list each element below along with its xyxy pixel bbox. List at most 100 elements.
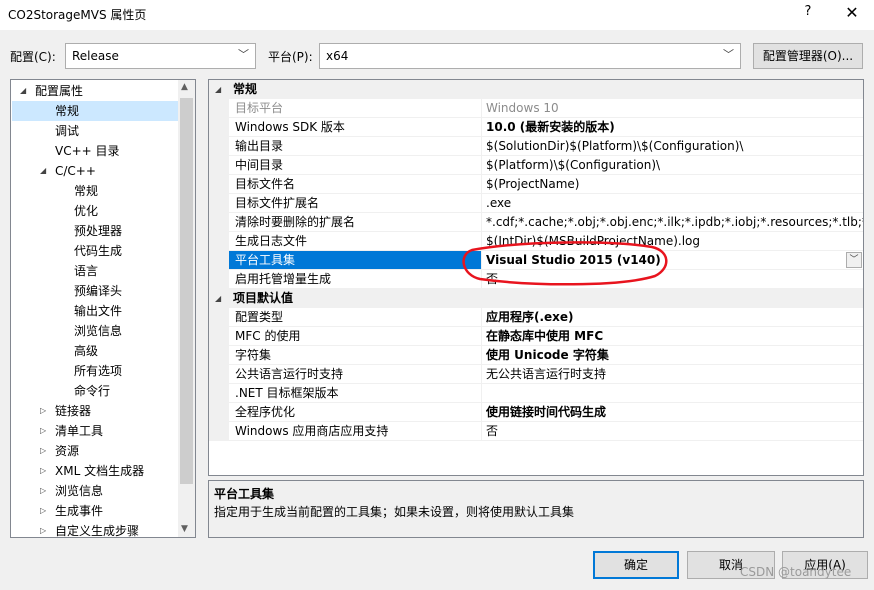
scroll-up-icon[interactable]: ▲ bbox=[181, 82, 188, 92]
property-value[interactable]: $(Platform)\$(Configuration)\ bbox=[482, 156, 863, 175]
tree-item[interactable]: 生成事件 bbox=[55, 501, 103, 521]
ok-button[interactable]: 确定 bbox=[593, 551, 679, 579]
tree-item[interactable]: 语言 bbox=[74, 261, 98, 281]
tree-item[interactable]: 浏览信息 bbox=[74, 321, 122, 341]
tree-item[interactable]: 优化 bbox=[74, 201, 98, 221]
property-value[interactable] bbox=[482, 384, 863, 403]
tree-scrollbar[interactable]: ▲ ▼ bbox=[178, 80, 195, 537]
property-value[interactable]: 否 bbox=[482, 422, 863, 441]
property-row[interactable]: 目标文件扩展名 .exe bbox=[209, 194, 863, 213]
expand-icon[interactable]: ▷ bbox=[40, 526, 46, 535]
property-value[interactable]: $(SolutionDir)$(Platform)\$(Configuratio… bbox=[482, 137, 863, 156]
tree-item[interactable]: XML 文档生成器 bbox=[55, 461, 144, 481]
property-row[interactable]: .NET 目标框架版本 bbox=[209, 384, 863, 403]
property-row[interactable]: 配置类型 应用程序(.exe) bbox=[209, 308, 863, 327]
property-value[interactable]: Visual Studio 2015 (v140) bbox=[482, 251, 863, 270]
tree-item[interactable]: 命令行 bbox=[74, 381, 110, 401]
row-gutter bbox=[209, 403, 229, 422]
tree-item-label: 链接器 bbox=[55, 404, 92, 418]
dropdown-arrow-icon[interactable]: ﹀ bbox=[846, 252, 862, 268]
config-manager-button[interactable]: 配置管理器(O)... bbox=[753, 43, 863, 69]
expand-icon[interactable]: ▷ bbox=[40, 486, 46, 495]
platform-select[interactable]: x64 ﹀ bbox=[319, 43, 741, 69]
property-value[interactable]: 10.0 (最新安装的版本) bbox=[482, 118, 863, 137]
tree-item[interactable]: 常规 bbox=[74, 181, 98, 201]
property-row[interactable]: Windows SDK 版本 10.0 (最新安装的版本) bbox=[209, 118, 863, 137]
tree-item-label: 常规 bbox=[55, 104, 80, 118]
tree-item[interactable]: 高级 bbox=[74, 341, 98, 361]
scroll-down-icon[interactable]: ▼ bbox=[181, 524, 188, 534]
tree-item[interactable]: 浏览信息 bbox=[55, 481, 103, 501]
expand-icon[interactable]: ▷ bbox=[40, 466, 46, 475]
tree-item[interactable]: 预编译头 bbox=[74, 281, 122, 301]
scroll-thumb[interactable] bbox=[180, 98, 193, 484]
collapse-icon[interactable]: ◢ bbox=[40, 166, 46, 175]
property-tree: 配置属性 ◢ 常规 调试 VC++ 目录 C/C++ ◢ 常规 优化 预处理器 代码生成 语言 预编译头… bbox=[10, 79, 196, 538]
tree-item[interactable]: 清单工具 bbox=[55, 421, 103, 441]
property-row[interactable]: 全程序优化 使用链接时间代码生成 bbox=[209, 403, 863, 422]
tree-item[interactable]: 自定义生成步骤 bbox=[55, 521, 139, 537]
property-value[interactable]: $(ProjectName) bbox=[482, 175, 863, 194]
collapse-icon[interactable]: ◢ bbox=[215, 80, 221, 99]
tree-item[interactable]: 所有选项 bbox=[74, 361, 122, 381]
row-gutter bbox=[209, 137, 229, 156]
config-label: 配置(C): bbox=[10, 50, 56, 64]
category-general[interactable]: ◢ 常规 bbox=[209, 80, 863, 99]
property-row[interactable]: 公共语言运行时支持 无公共语言运行时支持 bbox=[209, 365, 863, 384]
property-value[interactable]: 使用 Unicode 字符集 bbox=[482, 346, 863, 365]
description-text: 指定用于生成当前配置的工具集；如果未设置，则将使用默认工具集 bbox=[214, 505, 575, 519]
close-icon[interactable]: ✕ bbox=[840, 3, 864, 25]
property-value[interactable]: 使用链接时间代码生成 bbox=[482, 403, 863, 422]
row-gutter bbox=[209, 194, 229, 213]
category-defaults[interactable]: ◢ 项目默认值 bbox=[209, 289, 863, 308]
chevron-down-icon: ﹀ bbox=[238, 48, 249, 61]
expand-icon[interactable]: ▷ bbox=[40, 426, 46, 435]
tree-item[interactable]: 常规 bbox=[12, 101, 178, 121]
tree-item[interactable]: 配置属性 bbox=[35, 81, 83, 101]
tree-item-label: 代码生成 bbox=[74, 244, 123, 258]
property-row[interactable]: 清除时要删除的扩展名 *.cdf;*.cache;*.obj;*.obj.enc;… bbox=[209, 213, 863, 232]
property-name: 生成日志文件 bbox=[229, 232, 482, 251]
collapse-icon[interactable]: ◢ bbox=[215, 289, 221, 308]
property-value[interactable]: Windows 10 bbox=[482, 99, 863, 118]
property-value[interactable]: *.cdf;*.cache;*.obj;*.obj.enc;*.ilk;*.ip… bbox=[482, 213, 863, 232]
help-icon[interactable]: ? bbox=[798, 4, 818, 24]
expand-icon[interactable]: ▷ bbox=[40, 406, 46, 415]
property-value[interactable]: .exe bbox=[482, 194, 863, 213]
property-row[interactable]: Windows 应用商店应用支持否 bbox=[209, 422, 863, 441]
expand-icon[interactable]: ▷ bbox=[40, 446, 46, 455]
collapse-icon[interactable]: ◢ bbox=[20, 86, 26, 95]
property-row[interactable]: 生成日志文件 $(IntDir)$(MSBuildProjectName).log bbox=[209, 232, 863, 251]
description-title: 平台工具集 bbox=[214, 487, 275, 501]
config-select[interactable]: Release ﹀ bbox=[65, 43, 256, 69]
tree-item[interactable]: 预处理器 bbox=[74, 221, 122, 241]
property-row[interactable]: 目标文件名 $(ProjectName) bbox=[209, 175, 863, 194]
tree-item[interactable]: 调试 bbox=[55, 121, 79, 141]
tree-item[interactable]: 链接器 bbox=[55, 401, 91, 421]
property-value[interactable]: 无公共语言运行时支持 bbox=[482, 365, 863, 384]
property-value[interactable]: 应用程序(.exe) bbox=[482, 308, 863, 327]
tree-item-label: XML 文档生成器 bbox=[55, 464, 145, 478]
property-row[interactable]: 目标平台 Windows 10 bbox=[209, 99, 863, 118]
tree-item[interactable]: 代码生成 bbox=[74, 241, 122, 261]
tree-item-label: 浏览信息 bbox=[74, 324, 123, 338]
tree-item[interactable]: C/C++ bbox=[55, 161, 96, 181]
tree-item[interactable]: 输出文件 bbox=[74, 301, 122, 321]
property-name: 目标文件扩展名 bbox=[229, 194, 482, 213]
property-value[interactable]: 在静态库中使用 MFC bbox=[482, 327, 863, 346]
property-name: 配置类型 bbox=[229, 308, 482, 327]
property-row[interactable]: 输出目录 $(SolutionDir)$(Platform)\$(Configur… bbox=[209, 137, 863, 156]
watermark: CSDN @toandytee bbox=[740, 565, 852, 579]
tree-item[interactable]: VC++ 目录 bbox=[55, 141, 120, 161]
property-row[interactable]: 中间目录 $(Platform)\$(Configuration)\ bbox=[209, 156, 863, 175]
property-row[interactable]: 平台工具集 Visual Studio 2015 (v140) ﹀ bbox=[209, 251, 863, 270]
tree-item[interactable]: 资源 bbox=[55, 441, 79, 461]
property-value[interactable]: 否 bbox=[482, 270, 863, 289]
property-row[interactable]: MFC 的使用 在静态库中使用 MFC bbox=[209, 327, 863, 346]
property-row[interactable]: 启用托管增量生成否 bbox=[209, 270, 863, 289]
property-row[interactable]: 字符集 使用 Unicode 字符集 bbox=[209, 346, 863, 365]
property-name: 字符集 bbox=[229, 346, 482, 365]
expand-icon[interactable]: ▷ bbox=[40, 506, 46, 515]
property-name: Windows SDK 版本 bbox=[229, 118, 482, 137]
property-value[interactable]: $(IntDir)$(MSBuildProjectName).log bbox=[482, 232, 863, 251]
